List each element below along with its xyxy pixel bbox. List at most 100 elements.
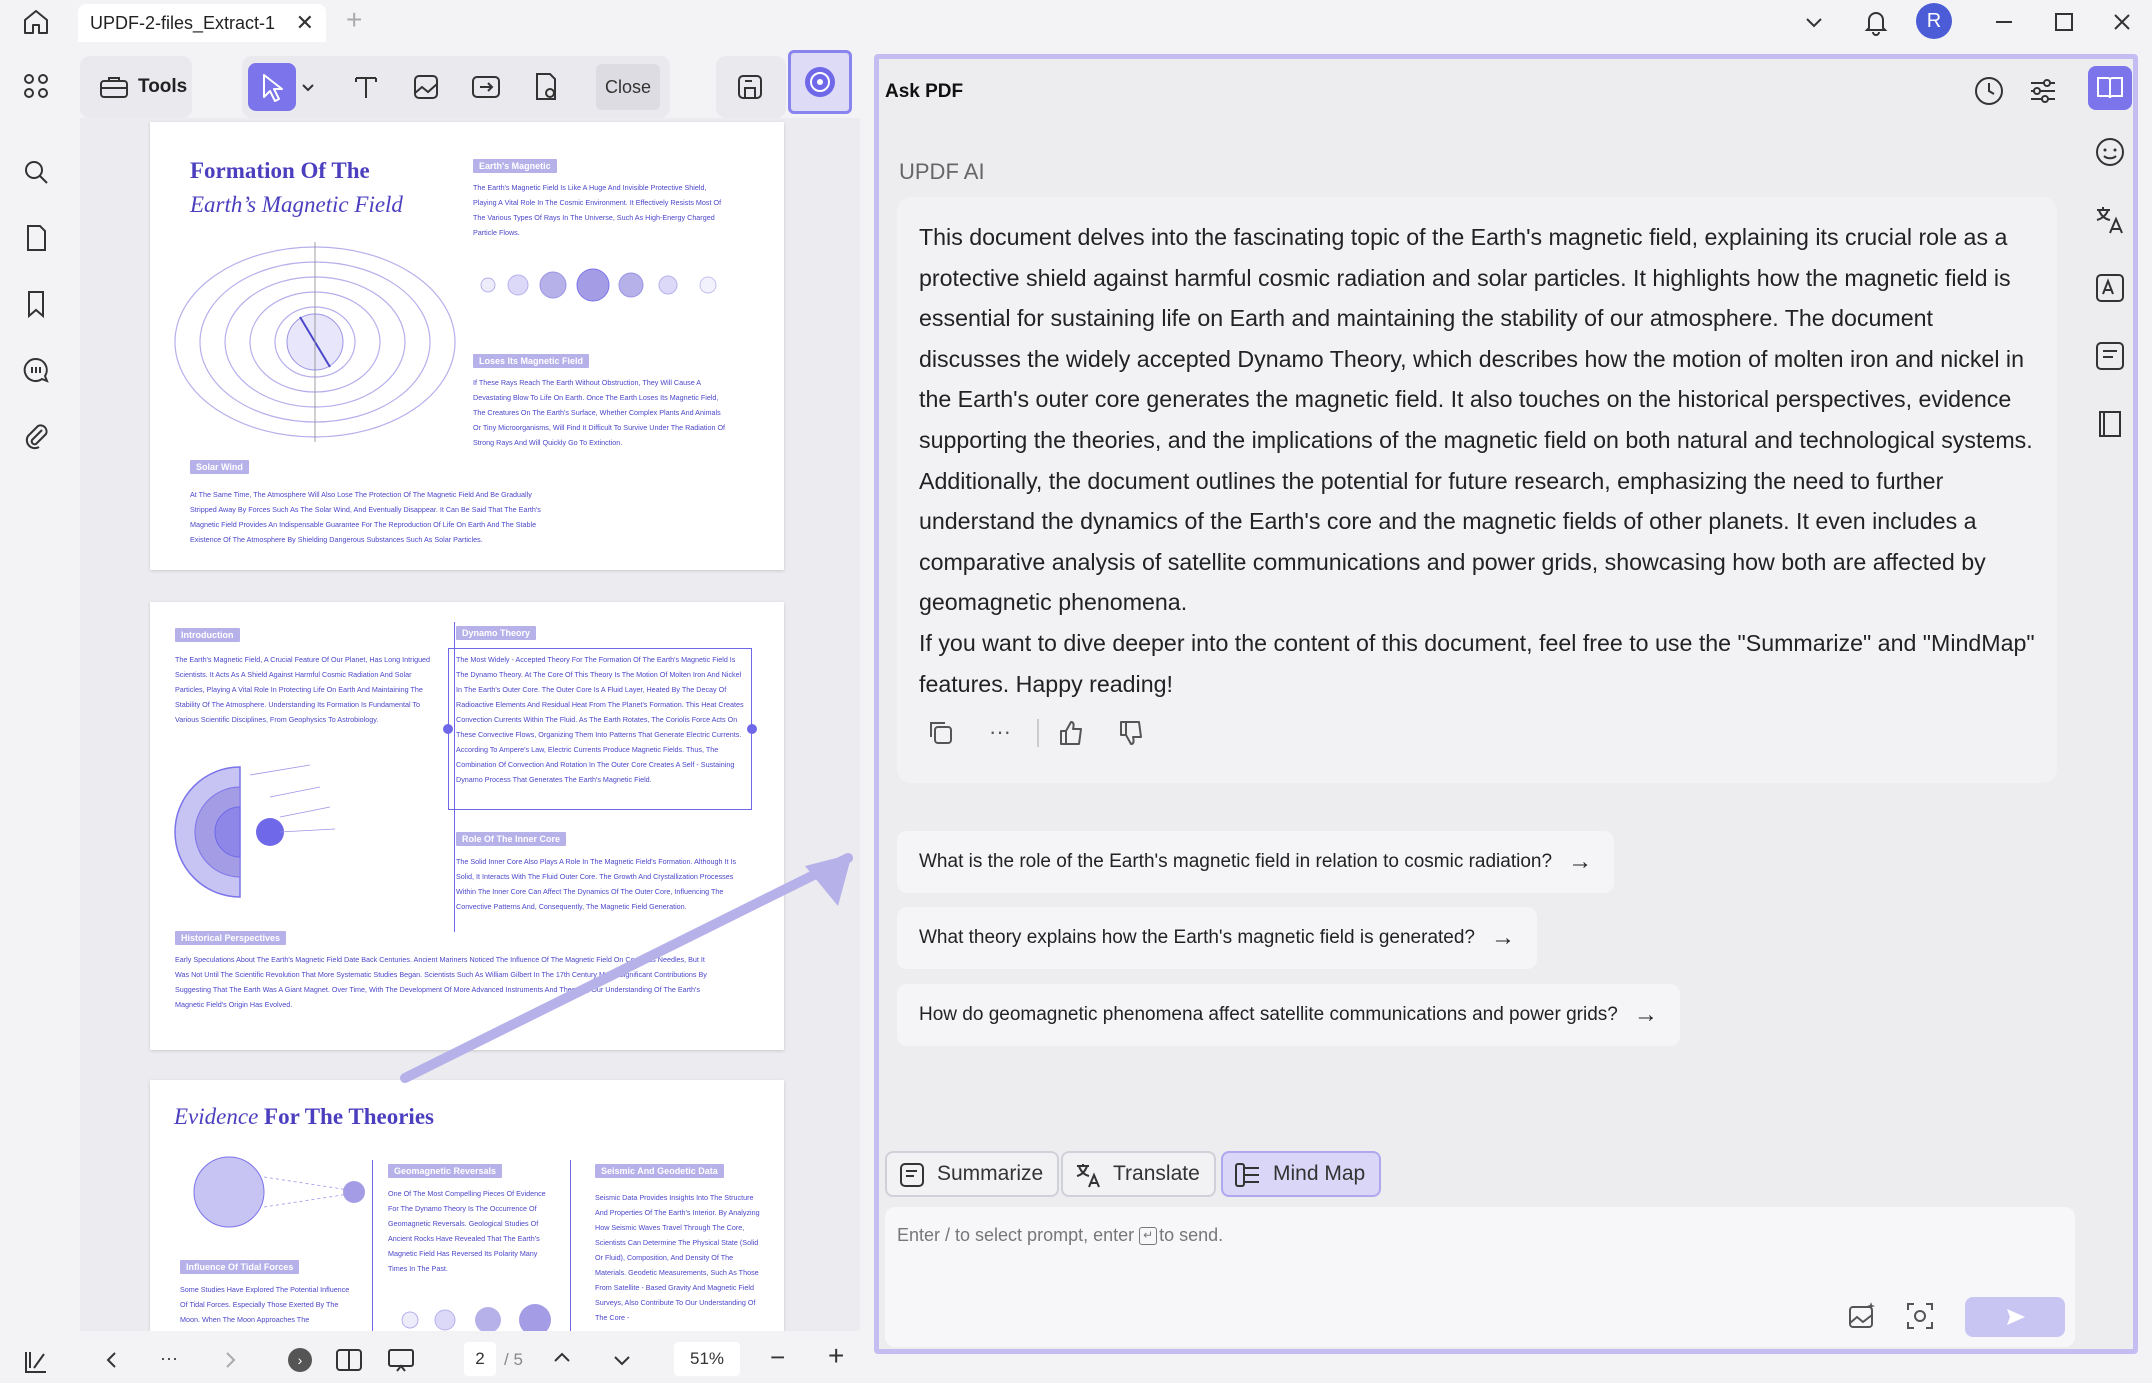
book-icon[interactable] xyxy=(2092,406,2128,442)
magnetic-field-diagram xyxy=(170,222,460,462)
close-edit-button[interactable]: Close xyxy=(596,64,660,110)
page1-title-line1: Formation Of The xyxy=(190,158,370,183)
thumbs-down-icon[interactable] xyxy=(1115,717,1147,749)
page-layout-icon[interactable] xyxy=(334,1346,364,1374)
summarize-icon xyxy=(897,1160,927,1190)
mind-map-button[interactable]: Mind Map xyxy=(1221,1151,1382,1197)
text-solar-wind: At The Same Time, The Atmosphere Will Al… xyxy=(190,490,541,544)
expand-circle-icon[interactable]: › xyxy=(288,1348,312,1372)
presentation-icon[interactable] xyxy=(386,1346,416,1374)
chevron-down-icon[interactable] xyxy=(608,1346,636,1374)
pdf-viewer[interactable]: Formation Of The Earth’s Magnetic Field … xyxy=(80,118,860,1331)
close-tab-icon[interactable]: ✕ xyxy=(296,4,314,42)
badge-earths-magnetic: Earth's Magnetic xyxy=(473,159,557,173)
link-tool-icon[interactable] xyxy=(468,69,504,105)
text-tidal-forces: Some Studies Have Explored The Potential… xyxy=(180,1285,350,1324)
send-button[interactable] xyxy=(1965,1297,2065,1337)
ai-assistant-button[interactable] xyxy=(788,50,852,114)
save-icon[interactable] xyxy=(732,69,768,105)
copy-icon[interactable] xyxy=(925,717,957,749)
mind-map-icon xyxy=(1233,1160,1263,1190)
text-seismic-geodetic: Seismic Data Provides Insights Into The … xyxy=(595,1193,760,1322)
chevron-down-icon[interactable] xyxy=(298,69,318,105)
more-options-icon[interactable]: ··· xyxy=(989,719,1011,745)
chevron-up-icon[interactable] xyxy=(548,1344,576,1372)
suggested-question[interactable]: What is the role of the Earth's magnetic… xyxy=(897,831,1615,893)
select-cursor-button[interactable] xyxy=(248,63,296,111)
ai-response-bubble: This document delves into the fascinatin… xyxy=(897,197,2057,783)
home-icon[interactable] xyxy=(20,6,52,38)
prompt-input[interactable]: Enter / to select prompt, enter ↵ to send… xyxy=(885,1207,2075,1347)
page1-title-line2: Earth’s Magnetic Field xyxy=(190,192,403,217)
right-tool-rail xyxy=(2068,54,2152,1354)
enter-key-icon: ↵ xyxy=(1139,1227,1158,1246)
translate-button[interactable]: Translate xyxy=(1061,1151,1216,1197)
ai-chat-face-icon[interactable] xyxy=(2092,134,2128,170)
placeholder-text-start: Enter / to select prompt, enter xyxy=(897,1225,1140,1245)
text-dynamo-theory: The Most Widely - Accepted Theory For Th… xyxy=(456,655,744,784)
bell-icon[interactable] xyxy=(1860,6,1892,38)
text-loses-magnetic-field: If These Rays Reach The Earth Without Ob… xyxy=(473,378,726,447)
document-tab[interactable]: UPDF-2-files_Extract-1 ✕ xyxy=(78,4,326,42)
toolbox-icon xyxy=(96,69,132,105)
page3-divider-2 xyxy=(570,1160,571,1331)
selection-handle-right[interactable] xyxy=(747,724,757,734)
minimize-icon[interactable] xyxy=(1990,8,2018,36)
screenshot-icon[interactable] xyxy=(1903,1299,1937,1333)
suggested-question[interactable]: What theory explains how the Earth's mag… xyxy=(897,907,1537,969)
ask-pdf-book-icon[interactable] xyxy=(2088,66,2132,110)
page-number-input[interactable]: 2 xyxy=(464,1342,496,1376)
image-tool-icon[interactable] xyxy=(408,69,444,105)
avatar[interactable]: R xyxy=(1916,3,1952,39)
ai-response-paragraph: This document delves into the fascinatin… xyxy=(919,224,2033,453)
layers-icon[interactable] xyxy=(20,1346,52,1378)
planets-row xyxy=(473,260,733,310)
ai-chat-panel: Ask PDF UPDF AI This document delves int… xyxy=(874,54,2138,1354)
badge-seismic-geodetic: Seismic And Geodetic Data xyxy=(595,1164,724,1178)
chevron-left-icon[interactable] xyxy=(98,1346,126,1374)
zoom-out-button[interactable]: − xyxy=(770,1342,785,1373)
ai-response-paragraph: If you want to dive deeper into the cont… xyxy=(919,629,2035,697)
tidal-diagram xyxy=(174,1152,374,1232)
bookmark-icon[interactable] xyxy=(20,288,52,320)
watermark-tool-icon[interactable] xyxy=(528,69,564,105)
maximize-icon[interactable] xyxy=(2050,8,2078,36)
badge-loses-magnetic-field: Loses Its Magnetic Field xyxy=(473,354,590,368)
new-tab-icon[interactable]: + xyxy=(346,4,362,36)
pdf-page-3: Evidence For The Theories Geomagnetic Re… xyxy=(150,1080,784,1331)
search-icon[interactable] xyxy=(20,156,52,188)
zoom-level-input[interactable]: 51% xyxy=(674,1342,740,1376)
close-window-icon[interactable] xyxy=(2108,8,2136,36)
text-tool-icon[interactable] xyxy=(348,69,384,105)
badge-dynamo-theory: Dynamo Theory xyxy=(456,626,537,640)
explain-icon[interactable] xyxy=(2092,270,2128,306)
more-options-icon[interactable]: ··· xyxy=(160,1348,178,1369)
thumbs-up-icon[interactable] xyxy=(1055,717,1087,749)
summarize-icon[interactable] xyxy=(2092,338,2128,374)
zoom-in-button[interactable]: + xyxy=(828,1340,844,1372)
translate-icon[interactable] xyxy=(2092,202,2128,238)
prompt-placeholder: Enter / to select prompt, enter ↵ to send… xyxy=(897,1225,1223,1246)
page3-title: Evidence For The Theories xyxy=(174,1104,434,1130)
comment-icon[interactable] xyxy=(20,354,52,386)
avatar-letter: R xyxy=(1926,10,1942,32)
pdf-page-2: Introduction The Earth's Magnetic Field,… xyxy=(150,602,784,1050)
text-earths-magnetic: The Earth's Magnetic Field Is Like A Hug… xyxy=(473,183,722,237)
settings-sliders-icon[interactable] xyxy=(2025,73,2061,109)
image-sparkle-icon[interactable] xyxy=(1845,1299,1879,1333)
page-icon[interactable] xyxy=(20,222,52,254)
attachment-icon[interactable] xyxy=(20,420,52,452)
mind-map-label: Mind Map xyxy=(1273,1162,1366,1185)
thumbnails-grid-icon[interactable] xyxy=(20,70,52,102)
badge-tidal-forces: Influence Of Tidal Forces xyxy=(180,1260,300,1274)
tools-group: Tools xyxy=(80,56,192,118)
chevron-down-icon[interactable] xyxy=(1800,8,1828,36)
title-bar: UPDF-2-files_Extract-1 ✕ + R xyxy=(0,0,2152,44)
arrow-right-icon: → xyxy=(1633,1001,1658,1028)
suggested-question[interactable]: How do geomagnetic phenomena affect sate… xyxy=(897,984,1680,1046)
tools-button[interactable]: Tools xyxy=(138,76,187,98)
selection-handle-left[interactable] xyxy=(443,724,453,734)
chevron-right-icon[interactable] xyxy=(216,1346,244,1374)
history-icon[interactable] xyxy=(1971,73,2007,109)
summarize-button[interactable]: Summarize xyxy=(885,1151,1060,1197)
